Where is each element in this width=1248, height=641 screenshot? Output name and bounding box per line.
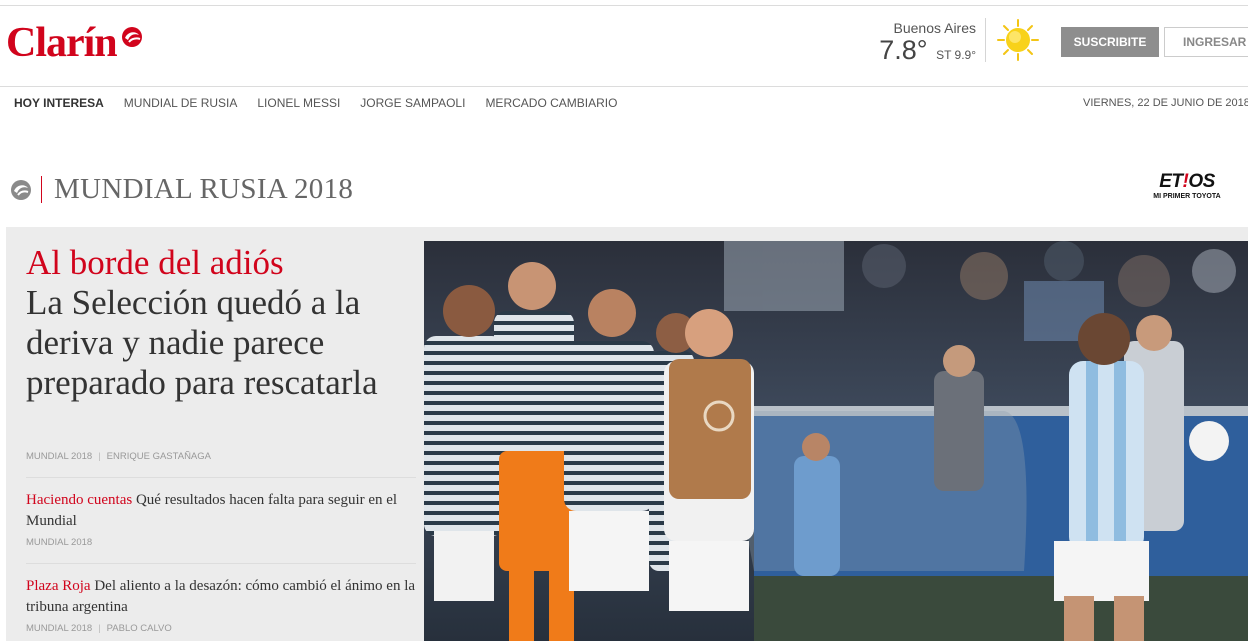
clarin-logo[interactable]: Clarín [6,22,145,64]
weather-feels-like: ST 9.9° [936,48,976,62]
section-title[interactable]: MUNDIAL RUSIA 2018 [54,173,353,206]
subscribe-button[interactable]: SUSCRIBITE [1061,27,1159,57]
lead-meta: MUNDIAL 2018 | ENRIQUE GASTAÑAGA [26,451,211,462]
related-story-2[interactable]: Plaza Roja Del aliento a la desazón: cóm… [26,576,421,618]
section-swirl-icon [11,180,31,200]
related-author[interactable]: PABLO CALVO [107,623,172,634]
sponsor-name-part: OS [1188,171,1215,192]
related-meta-2: MUNDIAL 2018 | PABLO CALVO [26,623,172,634]
lead-photo[interactable] [424,241,1248,641]
sponsor-name: ET!OS [1144,172,1230,191]
sponsor-tagline: MI PRIMER TOYOTA [1153,193,1221,200]
nav-item-lionel-messi[interactable]: LIONEL MESSI [257,96,340,114]
sun-icon [997,19,1039,61]
related-kicker: Haciendo cuentas [26,492,133,508]
section-divider [41,176,42,203]
related-section[interactable]: MUNDIAL 2018 [26,537,92,548]
logo-swirl-icon [121,27,142,47]
lead-title: La Selección quedó a la deriva y nadie p… [26,283,378,402]
sponsor-logo[interactable]: ET!OS MI PRIMER TOYOTA [1144,172,1230,200]
related-section[interactable]: MUNDIAL 2018 [26,623,92,634]
weather-temp: 7.8° [879,35,928,65]
login-button[interactable]: INGRESAR [1164,27,1248,57]
divider [26,563,416,564]
lead-section[interactable]: MUNDIAL 2018 [26,451,92,462]
related-meta-1: MUNDIAL 2018 [26,537,92,548]
current-date: VIERNES, 22 DE JUNIO DE 2018 [1083,97,1248,109]
related-kicker: Plaza Roja [26,578,91,594]
players-photo-illustration [424,241,1248,641]
logo-text[interactable]: Clarín [6,22,118,64]
weather-city: Buenos Aires [893,20,977,36]
lead-kicker: Al borde del adiós [26,243,284,282]
nav-item-mercado-cambiario[interactable]: MERCADO CAMBIARIO [485,96,617,114]
divider [26,477,416,478]
weather-widget: Buenos Aires 7.8° ST 9.9° [860,20,976,66]
topics-nav: HOY INTERESA MUNDIAL DE RUSIA LIONEL MES… [0,96,623,114]
sponsor-name-part: ET [1159,171,1183,192]
nav-item-jorge-sampaoli[interactable]: JORGE SAMPAOLI [360,96,465,114]
nav-item-hoy-interesa[interactable]: HOY INTERESA [14,96,104,114]
weather-divider [985,18,986,62]
lead-headline[interactable]: Al borde del adiós La Selección quedó a … [26,243,418,403]
lead-author[interactable]: ENRIQUE GASTAÑAGA [107,451,211,462]
related-story-1[interactable]: Haciendo cuentas Qué resultados hacen fa… [26,490,421,532]
nav-item-mundial-de-rusia[interactable]: MUNDIAL DE RUSIA [124,96,238,114]
